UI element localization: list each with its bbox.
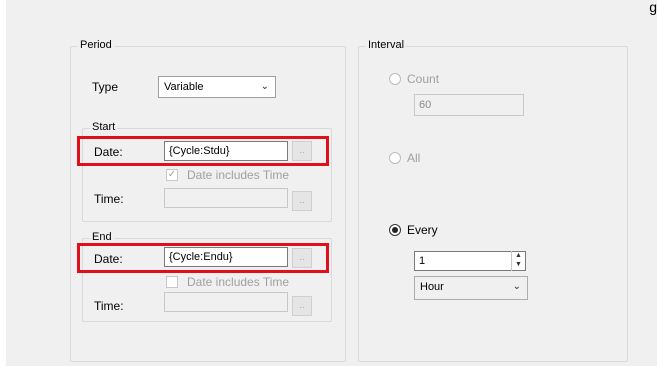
start-time-label: Time: — [94, 192, 124, 206]
end-time-browse-button[interactable]: .. — [292, 296, 312, 316]
chevron-down-icon: ⌄ — [260, 81, 269, 92]
type-select[interactable]: Variable ⌄ — [158, 76, 276, 98]
end-time-input[interactable] — [164, 292, 288, 312]
end-includes-time-checkbox[interactable] — [166, 276, 178, 288]
end-date-input[interactable]: {Cycle:Endu} — [164, 247, 288, 267]
every-radio[interactable] — [389, 224, 401, 236]
end-date-browse-button[interactable]: .. — [292, 248, 312, 268]
every-value-stepper[interactable]: 1 ▲ ▼ — [414, 251, 526, 271]
chevron-down-icon: ⌄ — [512, 281, 521, 292]
start-date-label: Date: — [94, 145, 123, 159]
corner-text-fragment: g — [649, 0, 657, 15]
end-time-label: Time: — [94, 299, 124, 313]
start-includes-time-label: Date includes Time — [187, 168, 290, 182]
type-label: Type — [92, 80, 119, 94]
interval-unit-value: Hour — [420, 281, 444, 293]
count-label: Count — [407, 72, 440, 86]
stepper-buttons[interactable]: ▲ ▼ — [511, 251, 525, 271]
start-time-input[interactable] — [164, 188, 288, 208]
start-time-browse-button[interactable]: .. — [292, 191, 312, 211]
interval-legend: Interval — [366, 39, 407, 52]
all-radio[interactable] — [389, 152, 401, 164]
all-label: All — [407, 151, 421, 165]
type-select-value: Variable — [164, 81, 204, 93]
start-date-input[interactable]: {Cycle:Stdu} — [164, 141, 288, 161]
stepper-up-icon[interactable]: ▲ — [512, 251, 525, 260]
stepper-down-icon[interactable]: ▼ — [512, 260, 525, 269]
end-date-label: Date: — [94, 252, 123, 266]
start-legend: Start — [90, 121, 118, 134]
start-includes-time-checkbox[interactable]: ✓ — [166, 169, 178, 181]
count-radio[interactable] — [389, 73, 401, 85]
every-label: Every — [407, 223, 438, 237]
period-legend: Period — [78, 39, 114, 52]
interval-unit-select[interactable]: Hour ⌄ — [414, 276, 528, 300]
count-input[interactable]: 60 — [414, 94, 524, 116]
end-includes-time-label: Date includes Time — [187, 275, 290, 289]
every-value: 1 — [419, 255, 426, 267]
start-date-browse-button[interactable]: .. — [292, 141, 312, 161]
